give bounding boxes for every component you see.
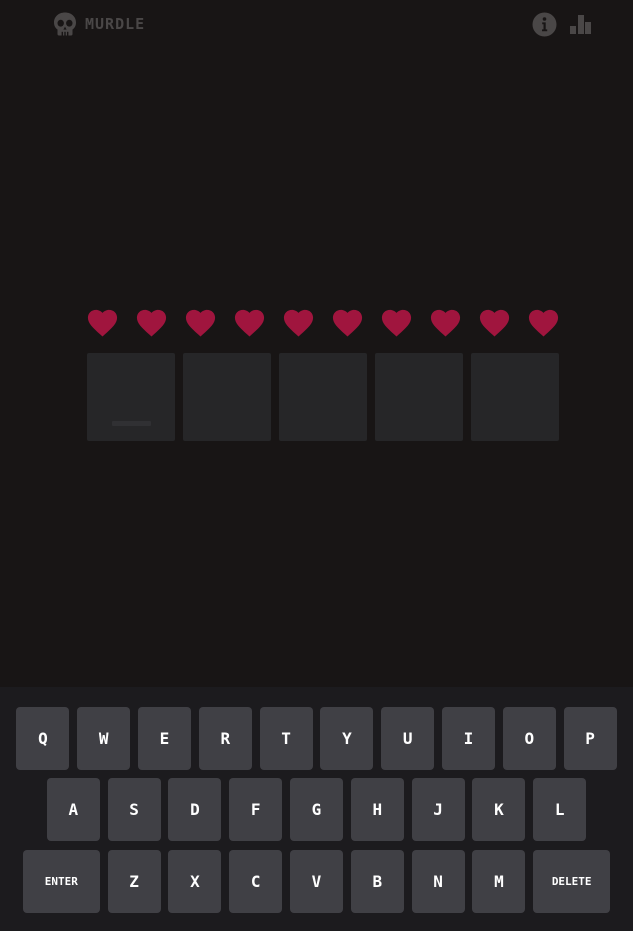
key-d[interactable]: D	[168, 778, 222, 841]
heart-icon	[330, 305, 365, 338]
key-delete[interactable]: DELETE	[533, 850, 611, 913]
key-v[interactable]: V	[290, 850, 343, 913]
key-a[interactable]: A	[46, 778, 100, 841]
guess-board	[87, 353, 559, 441]
letter-tile	[87, 353, 175, 441]
on-screen-keyboard: Q W E R T Y U I O P A S D F G H J K L ENTER Z X C V B N M DELETE	[0, 687, 633, 931]
key-f[interactable]: F	[229, 778, 283, 841]
heart-icon	[183, 305, 218, 338]
key-y[interactable]: Y	[320, 707, 374, 770]
stats-button[interactable]	[570, 14, 592, 34]
key-enter[interactable]: ENTER	[22, 850, 100, 913]
logo: MURDLE	[52, 11, 145, 37]
lives-row	[85, 305, 565, 339]
bar-chart-icon	[570, 15, 591, 34]
key-b[interactable]: B	[350, 850, 404, 913]
heart-icon	[281, 305, 316, 338]
input-cursor	[112, 421, 151, 426]
key-c[interactable]: C	[229, 850, 283, 913]
key-j[interactable]: J	[411, 778, 465, 841]
key-u[interactable]: U	[381, 707, 435, 770]
letter-tile	[375, 353, 463, 441]
heart-icon	[477, 305, 512, 338]
heart-icon	[85, 305, 120, 338]
key-k[interactable]: K	[472, 778, 526, 841]
key-l[interactable]: L	[533, 778, 587, 841]
key-t[interactable]: T	[259, 707, 313, 770]
heart-icon	[379, 305, 414, 338]
key-h[interactable]: H	[350, 778, 404, 841]
info-button[interactable]	[532, 12, 557, 37]
app-header: MURDLE	[0, 0, 633, 48]
key-p[interactable]: P	[563, 707, 617, 770]
key-o[interactable]: O	[502, 707, 556, 770]
key-w[interactable]: W	[77, 707, 131, 770]
key-x[interactable]: X	[168, 850, 222, 913]
heart-icon	[428, 305, 463, 338]
key-r[interactable]: R	[198, 707, 252, 770]
letter-tile	[279, 353, 367, 441]
letter-tile	[471, 353, 559, 441]
heart-icon	[232, 305, 267, 338]
key-e[interactable]: E	[138, 707, 191, 770]
key-g[interactable]: G	[290, 778, 343, 841]
heart-icon	[134, 305, 169, 338]
key-s[interactable]: S	[107, 778, 161, 841]
key-m[interactable]: M	[472, 850, 526, 913]
key-q[interactable]: Q	[16, 707, 70, 770]
heart-icon	[526, 305, 561, 338]
letter-tile	[183, 353, 271, 441]
key-z[interactable]: Z	[107, 850, 161, 913]
app-title: MURDLE	[85, 15, 146, 33]
key-n[interactable]: N	[411, 850, 465, 913]
key-i[interactable]: I	[442, 707, 495, 770]
skull-icon	[54, 12, 76, 36]
info-circle-icon	[532, 12, 557, 37]
